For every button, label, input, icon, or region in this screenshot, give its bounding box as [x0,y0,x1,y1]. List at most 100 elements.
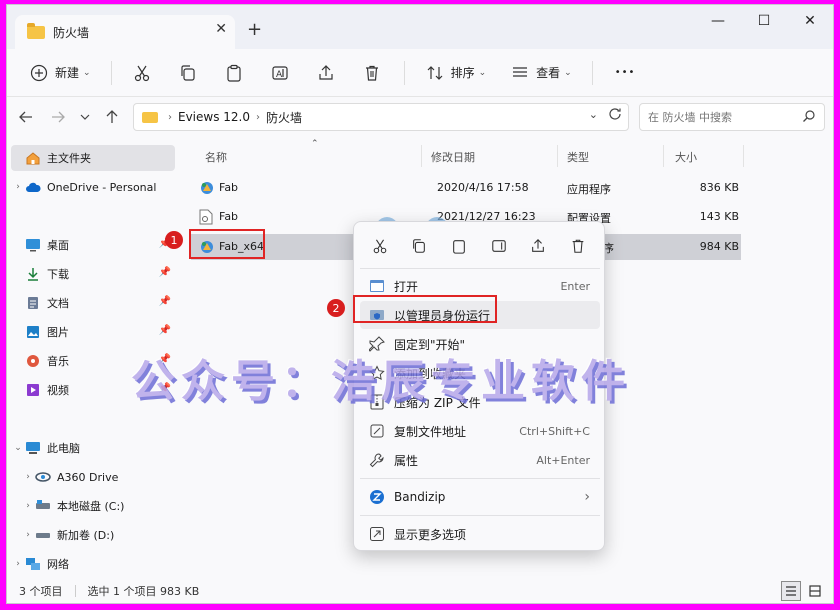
sidebar-item-pictures[interactable]: 图片 📌 [11,319,175,345]
column-divider[interactable] [743,145,744,167]
search-box[interactable] [639,103,825,131]
copy-icon [413,239,426,253]
chevron-right-icon[interactable]: › [11,559,25,569]
context-delete-button[interactable] [564,232,592,260]
sidebar-item-label: 音乐 [47,355,69,368]
share-icon [532,239,545,252]
chevron-down-icon: ⌄ [478,67,487,78]
back-button[interactable] [13,104,39,130]
sidebar-item-desktop[interactable]: 桌面 📌 [11,232,175,258]
context-cut-button[interactable] [366,232,394,260]
menu-item-show-more[interactable]: 显示更多选项 [360,520,600,548]
open-app-icon [368,277,386,295]
view-button[interactable]: 查看 ⌄ [502,57,578,89]
download-icon [25,267,41,281]
context-share-button[interactable] [524,232,552,260]
refresh-icon[interactable] [608,107,622,125]
menu-item-copy-path[interactable]: 复制文件地址 Ctrl+Shift+C [360,417,600,445]
paste-button[interactable] [216,57,252,89]
more-icon: ••• [614,67,636,78]
sidebar-item-home[interactable]: 主文件夹 [11,145,175,171]
tiles-view-button[interactable] [805,581,825,601]
up-button[interactable] [99,104,125,130]
copy-button[interactable] [170,57,206,89]
search-input[interactable] [648,110,798,124]
menu-item-shortcut: Ctrl+Shift+C [519,424,590,438]
breadcrumb-separator: › [256,111,260,123]
tab-firewall[interactable]: 防火墙 ✕ [15,15,235,49]
pin-icon[interactable]: 📌 [159,325,171,336]
chevron-down-icon: ⌄ [564,67,572,78]
rename-button[interactable]: A [262,57,298,89]
scissors-icon [130,61,154,85]
sidebar-item-label: 图片 [47,326,69,339]
maximize-button[interactable]: ☐ [741,5,787,37]
close-button[interactable]: ✕ [787,5,833,37]
music-icon [25,354,41,368]
delete-button[interactable] [354,57,390,89]
column-divider[interactable] [557,145,558,167]
trash-icon [360,61,384,85]
cut-button[interactable] [124,57,160,89]
column-header-size[interactable]: 大小 [675,149,697,165]
column-header-date[interactable]: 修改日期 [431,149,475,165]
picture-icon [25,325,41,339]
menu-divider [360,268,600,269]
a360-icon [35,470,51,484]
menu-item-label: 属性 [394,453,419,468]
more-options-button[interactable]: ••• [605,57,642,89]
menu-divider [360,478,600,479]
tab-close-icon[interactable]: ✕ [215,21,227,37]
item-count: 3 个项目 [19,585,63,598]
file-size: 143 KB [699,210,739,223]
pin-icon[interactable]: 📌 [159,296,171,307]
column-header-type[interactable]: 类型 [567,149,589,165]
share-button[interactable] [308,57,344,89]
breadcrumb-eviews[interactable]: Eviews 12.0 [178,110,250,124]
sidebar-item-downloads[interactable]: 下载 📌 [11,261,175,287]
column-header-name[interactable]: 名称 [205,149,227,165]
breadcrumb-firewall[interactable]: 防火墙 [266,109,302,126]
context-rename-button[interactable] [485,232,513,260]
column-divider[interactable] [421,145,422,167]
menu-item-bandizip[interactable]: Bandizip › [360,483,600,511]
clipboard-icon [222,61,246,85]
table-row[interactable]: Fab 2020/4/16 17:58 应用程序 836 KB [191,175,741,201]
context-paste-button[interactable] [445,232,473,260]
sidebar-item-network[interactable]: › 网络 [11,551,175,577]
sidebar-item-onedrive[interactable]: › OneDrive - Personal [11,174,175,200]
new-button-label: 新建 [55,66,80,80]
address-bar[interactable]: › Eviews 12.0 › 防火墙 ⌄ [133,103,629,131]
minimize-button[interactable]: — [695,5,741,37]
plus-circle-icon [27,61,51,85]
details-view-button[interactable] [781,581,801,601]
chevron-right-icon[interactable]: › [21,530,35,540]
video-icon [25,383,41,397]
annotation-box-run-as-admin [353,295,497,323]
sidebar-item-documents[interactable]: 文档 📌 [11,290,175,316]
pin-icon[interactable]: 📌 [159,267,171,278]
sidebar-item-drive-c[interactable]: › 本地磁盘 (C:) [21,493,175,519]
chevron-right-icon[interactable]: › [21,472,35,482]
chevron-right-icon[interactable]: › [11,182,25,192]
sidebar-item-this-pc[interactable]: ⌄ 此电脑 [11,435,175,461]
menu-item-properties[interactable]: 属性 Alt+Enter [360,446,600,474]
address-dropdown-icon[interactable]: ⌄ [589,108,598,121]
recent-locations-button[interactable] [77,104,93,130]
bandizip-icon [368,488,386,506]
folder-icon [27,22,45,39]
new-tab-button[interactable]: + [247,19,262,40]
forward-button[interactable] [45,104,71,130]
sidebar-item-drive-d[interactable]: › 新加卷 (D:) [21,522,175,548]
chevron-down-icon[interactable]: ⌄ [11,443,25,453]
sort-button[interactable]: 排序 ⌄ [417,57,493,89]
toolbar-divider [110,60,112,85]
sidebar-item-a360[interactable]: › A360 Drive [21,464,175,490]
annotation-badge-2: 2 [327,299,345,317]
search-icon[interactable] [802,109,816,126]
context-copy-button[interactable] [405,232,433,260]
chevron-right-icon[interactable]: › [21,501,35,511]
sidebar-item-label: A360 Drive [57,470,119,484]
new-button[interactable]: 新建 ⌄ [21,57,97,89]
column-divider[interactable] [663,145,664,167]
